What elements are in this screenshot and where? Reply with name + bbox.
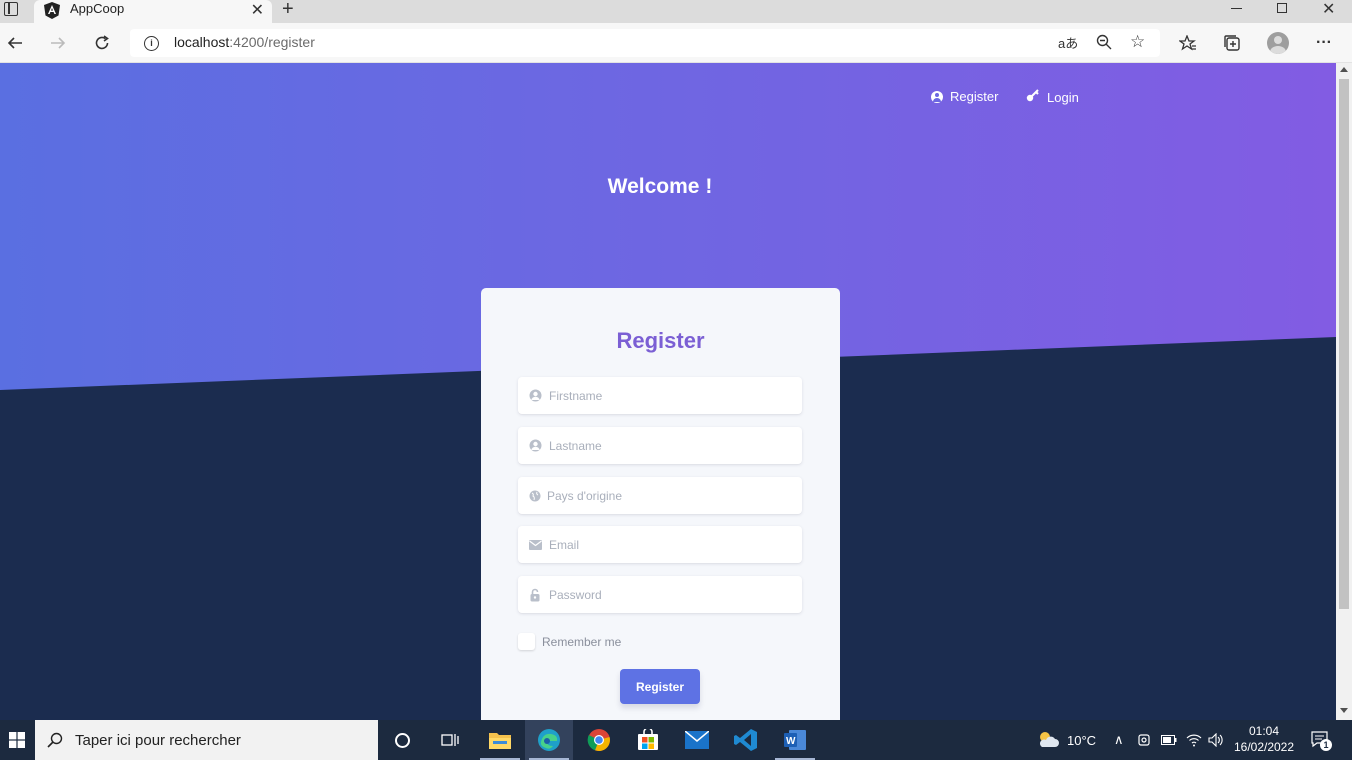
reload-icon[interactable] (89, 30, 115, 56)
read-aloud-icon[interactable]: aあ (1058, 33, 1078, 52)
firstname-field[interactable] (518, 377, 802, 414)
word-icon[interactable]: W (771, 720, 819, 760)
password-field[interactable] (518, 576, 802, 613)
tab-title: AppCoop (70, 1, 125, 16)
forward-arrow-icon[interactable] (45, 30, 71, 56)
windows-taskbar: Taper ici pour rechercher W 10°C ∧ 01:04… (0, 720, 1352, 760)
mail-icon[interactable] (673, 720, 721, 760)
firstname-input[interactable] (549, 388, 789, 403)
battery-icon[interactable] (1161, 720, 1177, 760)
notification-count-badge: 1 (1320, 739, 1332, 751)
microsoft-store-icon[interactable] (624, 720, 672, 760)
nav-login-label: Login (1047, 89, 1079, 105)
nav-register-label: Register (950, 89, 999, 104)
file-explorer-icon[interactable] (476, 720, 524, 760)
globe-icon (528, 489, 542, 503)
volume-icon[interactable] (1208, 720, 1224, 760)
notification-center-icon[interactable]: 1 (1311, 731, 1332, 754)
scrollbar-thumb[interactable] (1339, 79, 1349, 609)
welcome-heading: Welcome ! (607, 175, 713, 198)
back-arrow-icon[interactable] (2, 30, 28, 56)
show-hidden-icons-icon[interactable]: ∧ (1114, 720, 1124, 760)
chrome-icon[interactable] (575, 720, 623, 760)
browser-toolbar: i localhost:4200/register aあ ☆ ··· (0, 23, 1352, 63)
clock-time: 01:04 (1248, 724, 1280, 738)
restore-icon[interactable] (1277, 3, 1287, 13)
scroll-down-icon[interactable] (1340, 708, 1348, 713)
zoom-out-icon[interactable] (1096, 34, 1112, 55)
wifi-icon[interactable] (1186, 720, 1202, 760)
envelope-icon (528, 538, 542, 552)
windows-start-icon[interactable] (0, 720, 34, 760)
browser-tab-appcoop[interactable]: AppCoop ✕ (34, 0, 272, 23)
address-bar[interactable]: i localhost:4200/register aあ ☆ (130, 29, 1160, 57)
task-view-icon[interactable] (426, 720, 474, 760)
profile-avatar-icon[interactable] (1265, 30, 1291, 56)
browser-tab-bar: AppCoop ✕ + ✕ (0, 0, 1352, 23)
nav-register-link[interactable]: Register (931, 89, 998, 104)
temperature: 10°C (1067, 732, 1097, 748)
cortana-icon[interactable] (378, 720, 426, 760)
scroll-up-icon[interactable] (1340, 67, 1348, 72)
add-favorite-icon[interactable]: ☆ (1130, 32, 1145, 52)
more-menu-icon[interactable]: ··· (1311, 30, 1337, 56)
site-info-icon[interactable]: i (144, 36, 159, 51)
edge-icon[interactable] (525, 720, 573, 760)
close-window-icon[interactable]: ✕ (1322, 0, 1335, 19)
minimize-icon[interactable] (1231, 8, 1242, 9)
register-submit-button[interactable]: Register (620, 669, 700, 704)
meet-now-icon[interactable] (1138, 720, 1152, 760)
taskbar-search[interactable]: Taper ici pour rechercher (35, 720, 378, 760)
search-icon (47, 732, 63, 748)
user-icon (528, 389, 542, 403)
email-input[interactable] (549, 537, 789, 552)
remember-me-label: Remember me (542, 634, 622, 649)
tab-close-icon[interactable]: ✕ (251, 0, 264, 20)
register-title: Register (616, 328, 705, 353)
url-path: :4200/register (229, 34, 315, 50)
country-field[interactable] (518, 477, 802, 514)
new-tab-icon[interactable]: + (282, 0, 294, 21)
email-field[interactable] (518, 526, 802, 563)
nav-login-link[interactable]: Login (1026, 89, 1079, 105)
user-icon (528, 439, 542, 453)
taskbar-search-placeholder: Taper ici pour rechercher (75, 731, 241, 749)
partly-cloudy-icon (1037, 730, 1059, 751)
country-input[interactable] (547, 488, 787, 503)
key-icon (1026, 89, 1040, 105)
lastname-input[interactable] (549, 438, 789, 453)
register-card: Register Firstname Lastname Pays d'origi… (481, 288, 840, 720)
vscode-icon[interactable] (722, 720, 770, 760)
favorites-icon[interactable] (1175, 30, 1201, 56)
lock-icon (528, 588, 542, 602)
lastname-field[interactable] (518, 427, 802, 464)
clock-date: 16/02/2022 (1233, 740, 1295, 754)
clock[interactable]: 01:04 16/02/2022 (1228, 723, 1300, 755)
url-host: localhost (174, 34, 230, 50)
remember-me[interactable]: Remember me (518, 633, 621, 650)
tab-actions-icon[interactable] (4, 2, 18, 16)
url-text[interactable]: localhost:4200/register (174, 34, 315, 52)
weather-widget[interactable]: 10°C (1037, 720, 1096, 760)
collections-icon[interactable] (1219, 30, 1245, 56)
user-circle-icon (931, 90, 943, 103)
page-scrollbar[interactable] (1336, 63, 1352, 720)
page-content: Register Login Welcome ! Register Firstn… (0, 63, 1336, 720)
remember-me-checkbox[interactable] (518, 633, 535, 650)
svg-text:W: W (786, 736, 796, 747)
angular-favicon-icon (44, 2, 60, 19)
password-input[interactable] (549, 587, 789, 602)
